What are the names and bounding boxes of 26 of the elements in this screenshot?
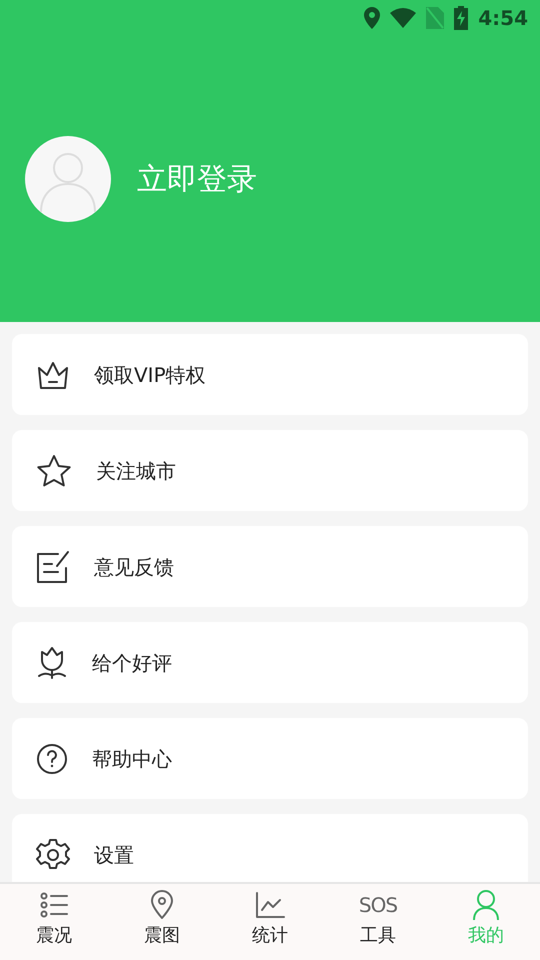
menu-item[interactable]: 设置 — [12, 814, 528, 882]
menu-item[interactable]: 意见反馈 — [12, 526, 528, 607]
clock-time: 4:54 — [478, 5, 528, 32]
line-chart-icon — [255, 890, 285, 920]
settings-icon — [36, 838, 70, 872]
menu-item[interactable]: 关注城市 — [12, 430, 528, 511]
no-sim-icon — [426, 7, 444, 29]
list-icon — [40, 890, 68, 920]
wifi-icon — [390, 8, 416, 28]
nav-tab[interactable]: 震图 — [108, 884, 216, 960]
nav-tab[interactable]: 震况 — [0, 884, 108, 960]
menu-item[interactable]: 给个好评 — [12, 622, 528, 703]
help-icon — [36, 742, 68, 774]
map-pin-icon — [150, 890, 174, 920]
person-icon — [473, 890, 499, 920]
star-icon — [36, 454, 72, 488]
nav-tab[interactable]: SOS 工具 — [324, 884, 432, 960]
menu-item[interactable]: 帮助中心 — [12, 718, 528, 799]
menu-item[interactable]: 领取VIP特权 — [12, 334, 528, 415]
nav-tab[interactable]: 统计 — [216, 884, 324, 960]
tulip-icon — [36, 646, 68, 680]
edit-icon — [36, 550, 70, 584]
sos-icon: SOS — [358, 890, 398, 920]
crown-icon — [36, 360, 70, 390]
location-icon — [364, 7, 380, 29]
battery-charging-icon — [454, 6, 468, 30]
